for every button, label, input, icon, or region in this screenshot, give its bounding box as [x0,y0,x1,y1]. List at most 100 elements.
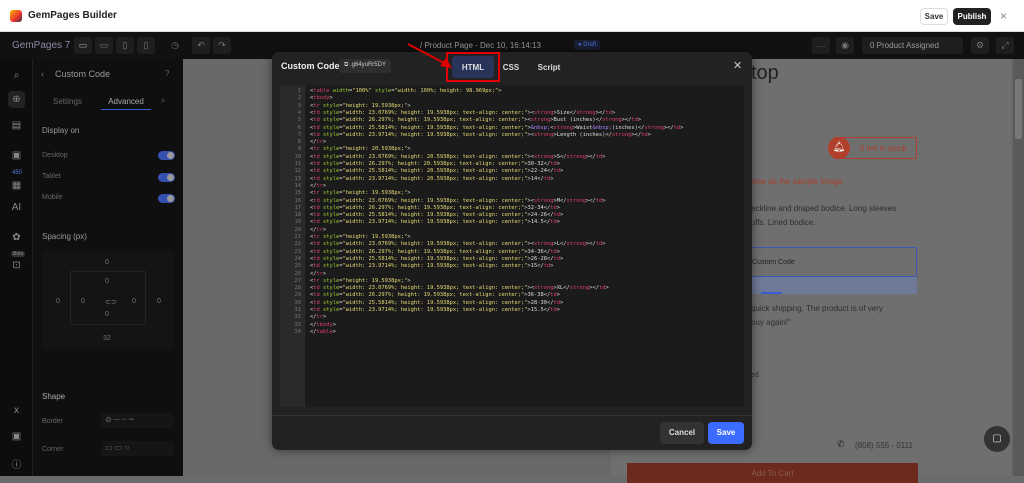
line-number: 31 [294,307,302,313]
red-arrow-annotation [407,43,452,68]
code-line: <table width="100%" style="width: 100%; … [310,88,502,94]
line-number: 18 [294,212,302,219]
x-integration-icon[interactable]: x [8,402,25,419]
desktop-toggle[interactable] [158,151,175,160]
history-icon[interactable]: ◷ [166,37,184,54]
help-icon[interactable]: ? [165,69,169,78]
mobile-icon[interactable]: ▯ [137,37,155,54]
search-icon[interactable]: ⌕ [8,67,25,84]
tab-html[interactable]: HTML [452,56,494,78]
modal-close-icon[interactable]: ✕ [733,59,742,72]
gempages-logo [10,10,22,22]
settings-gear-icon[interactable]: ⚙ [971,37,989,54]
notice-text: e same as the sample image [740,177,843,186]
help-icon[interactable]: ⓘ [8,455,25,472]
line-number: 9 [297,146,301,153]
padding-right[interactable]: 0 [132,298,136,305]
store-name[interactable]: GemPages 7 [12,40,70,51]
redo-icon[interactable]: ↷ [213,37,231,54]
preview-eye-icon[interactable]: ◉ [836,37,854,54]
element-id-copy[interactable]: ⧉ .g64yuRr5DY [339,59,391,73]
element-id: .g64yuRr5DY [349,62,386,68]
back-icon[interactable]: ‹ [41,69,44,79]
cancel-button[interactable]: Cancel [660,422,704,444]
line-number: 21 [294,234,302,240]
line-number: 19 [294,219,302,226]
text-fragment: ed [751,372,759,379]
tablet-icon[interactable]: ▯ [116,37,134,54]
margin-left[interactable]: 0 [56,298,60,305]
review-text: buy again!" [751,318,791,327]
line-number: 7 [297,131,301,138]
padding-left[interactable]: 0 [81,298,85,305]
element-toolbar [741,277,917,294]
layers-icon[interactable]: ▤ [8,117,25,134]
corner-style-selector[interactable]: ▭ ▭ ○ [101,441,174,456]
line-number: 1 [297,88,301,94]
tab-script[interactable]: Script [534,56,564,78]
code-line: <td style="width: 26.297%; height: 20.59… [310,161,560,167]
margin-top[interactable]: 0 [105,259,109,266]
code-editor[interactable]: 1 2 3 4 5 6 7 8 9 10 11 12 13 14 15 16 17 18 19 20 21 22 23 24 2… [280,85,744,407]
line-number: 11 [294,161,302,167]
tab-advanced[interactable]: Advanced [101,92,151,110]
tab-settings[interactable]: Settings [53,97,82,106]
padding-top[interactable]: 0 [105,278,109,285]
pages-icon[interactable]: ▣ [8,147,25,164]
line-number: 17 [294,204,302,211]
product-title: top [751,62,779,84]
desktop-icon[interactable]: ▭ [74,37,92,54]
chat-icon[interactable]: ▢ [984,426,1010,452]
line-number: 23 [294,248,302,255]
margin-right[interactable]: 0 [157,298,161,305]
mobile-toggle[interactable] [158,194,175,203]
tablet-toggle[interactable] [158,173,175,182]
search-icon[interactable]: ⌕ [161,96,165,106]
apps-icon[interactable]: ▦ [8,177,25,194]
storage-icon[interactable]: ▣ [8,428,25,445]
code-line: <td style="width: 23.9714%; height: 19.5… [310,131,651,138]
code-line: <td style="width: 26.297%; height: 19.59… [310,117,642,124]
code-line: <tr style="height: 19.5938px;"> [310,234,411,240]
code-line: <td style="width: 23.0769%; height: 20.5… [310,153,606,160]
save-button[interactable]: Save [920,8,948,25]
code-line: <td style="width: 23.9714%; height: 19.5… [310,219,560,226]
link-icon[interactable]: ⊂⊃ [105,298,117,306]
add-to-cart-button[interactable]: Add To Cart [627,463,918,483]
theme-icon[interactable]: ✿ [8,229,25,246]
code-line: <td style="width: 23.9714%; height: 19.5… [310,307,560,313]
more-icon[interactable]: ··· [812,37,830,54]
save-code-button[interactable]: Save [708,422,744,444]
code-line: <td style="width: 23.0769%; height: 19.5… [310,197,606,204]
line-number: 10 [294,153,302,160]
beta-feature-icon[interactable]: ⊡ [8,257,25,274]
product-assigned-dropdown[interactable]: 0 Product Assigned [862,37,963,54]
line-number: 8 [297,139,301,146]
code-line: <td style="width: 25.5814%; height: 19.5… [310,212,564,219]
tab-css[interactable]: CSS [498,56,524,78]
settings-panel: ‹ Custom Code ? Settings Advanced ⌕ Disp… [33,59,183,476]
scrollbar[interactable] [1013,59,1024,476]
code-content[interactable]: <table width="100%" style="width: 100%; … [310,88,740,406]
fullscreen-icon[interactable]: ⤢ [996,37,1014,54]
custom-code-element[interactable]: Custom Code [741,247,917,277]
close-icon[interactable]: × [1000,9,1007,23]
code-line: <td style="width: 25.5814%; height: 19.5… [310,255,564,262]
laptop-icon[interactable]: ▭ [95,37,113,54]
line-number: 26 [294,270,302,277]
display-on-heading: Display on [42,126,80,135]
stock-text: 5 left in stock [860,144,907,153]
phone-icon: ✆ [837,439,845,449]
margin-bottom[interactable]: 32 [103,335,111,342]
code-line: <td style="width: 26.297%; height: 19.59… [310,248,560,255]
undo-icon[interactable]: ↶ [192,37,210,54]
add-element-icon[interactable]: ⊕ [8,91,25,108]
line-number: 4 [297,109,301,116]
line-number: 2 [297,95,301,102]
border-style-selector[interactable]: ⊘ ─ ┄ ┅ [101,413,174,428]
code-line: </tr> [310,139,327,146]
publish-button[interactable]: Publish [953,8,991,25]
ai-icon[interactable]: AI [8,199,25,216]
review-text: quick shipping. The product is of very [751,304,883,313]
padding-bottom[interactable]: 0 [105,311,109,318]
